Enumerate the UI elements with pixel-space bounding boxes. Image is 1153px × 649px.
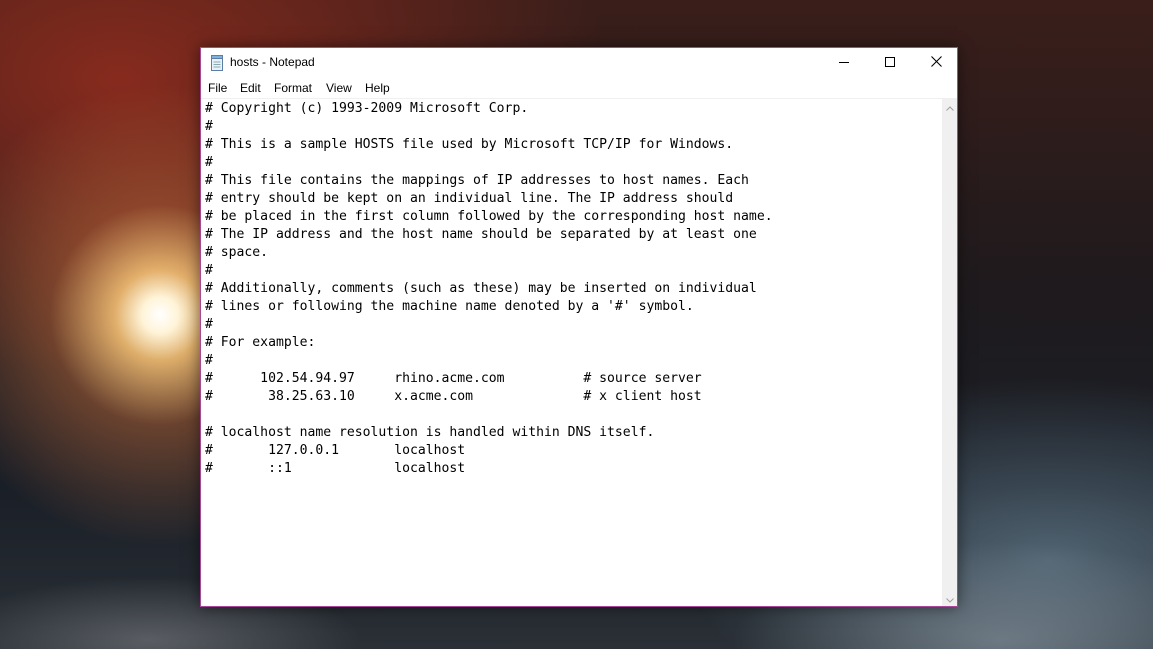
chevron-up-icon [945, 98, 954, 116]
menu-help[interactable]: Help [365, 81, 390, 95]
notepad-window: hosts - Notepad File Edit Format View He… [200, 47, 958, 607]
minimize-button[interactable] [821, 48, 867, 78]
title-bar[interactable]: hosts - Notepad [201, 48, 957, 78]
close-button[interactable] [913, 48, 959, 78]
menu-file[interactable]: File [208, 81, 227, 95]
chevron-down-icon [945, 590, 954, 608]
text-editor-area[interactable]: # Copyright (c) 1993-2009 Microsoft Corp… [201, 99, 942, 606]
maximize-button[interactable] [867, 48, 913, 78]
menu-format[interactable]: Format [274, 81, 312, 95]
close-icon [930, 54, 942, 72]
window-title: hosts - Notepad [230, 55, 315, 69]
minimize-icon [839, 54, 849, 72]
maximize-icon [885, 54, 895, 72]
notepad-icon [210, 55, 224, 71]
editor-text[interactable]: # Copyright (c) 1993-2009 Microsoft Corp… [205, 100, 773, 478]
menu-edit[interactable]: Edit [240, 81, 261, 95]
menu-view[interactable]: View [326, 81, 352, 95]
scroll-down-button[interactable] [942, 591, 957, 606]
menu-bar: File Edit Format View Help [201, 78, 957, 98]
vertical-scrollbar[interactable] [942, 99, 957, 606]
scroll-up-button[interactable] [942, 99, 957, 114]
